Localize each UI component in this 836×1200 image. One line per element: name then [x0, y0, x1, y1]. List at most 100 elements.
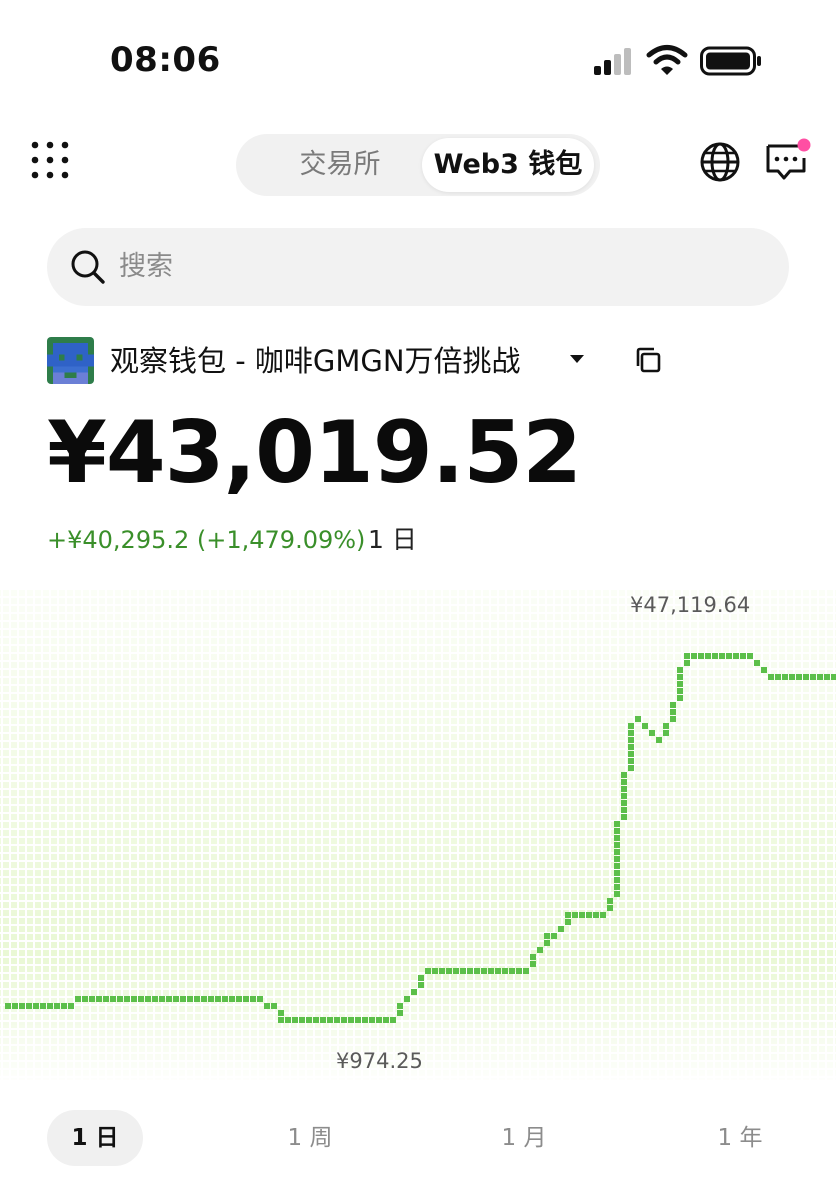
chart-background-grid — [0, 590, 836, 1080]
chart-point — [131, 996, 137, 1002]
chart-point — [677, 667, 683, 673]
chart-line-segment — [614, 884, 620, 890]
chart-line-segment — [684, 660, 690, 666]
chart-line-segment — [677, 688, 683, 694]
chart-point — [40, 1003, 46, 1009]
tab-web3-wallet[interactable]: Web3 钱包 — [422, 138, 594, 192]
globe-icon[interactable] — [698, 140, 742, 184]
chart-point — [257, 996, 263, 1002]
chart-point — [418, 975, 424, 981]
chart-point — [341, 1017, 347, 1023]
chart-point — [649, 730, 655, 736]
chart-point — [383, 1017, 389, 1023]
chart-point — [320, 1017, 326, 1023]
pixel-avatar-icon[interactable] — [47, 337, 94, 384]
chart-point — [502, 968, 508, 974]
grid-dots-icon[interactable] — [30, 140, 70, 180]
chart-point — [26, 1003, 32, 1009]
chart-line-segment — [621, 793, 627, 799]
chart-line-segment — [614, 891, 620, 897]
chart-point — [33, 1003, 39, 1009]
status-time: 08:06 — [110, 40, 221, 80]
chart-point — [691, 653, 697, 659]
balance-chart[interactable] — [0, 590, 836, 1090]
chart-point — [215, 996, 221, 1002]
chart-line-segment — [614, 828, 620, 834]
chart-point — [733, 653, 739, 659]
chart-point — [327, 1017, 333, 1023]
chart-point — [628, 723, 634, 729]
range-tab-1y[interactable]: 1 年 — [692, 1110, 788, 1166]
caret-down-icon[interactable] — [568, 352, 586, 366]
chart-point — [110, 996, 116, 1002]
range-tab-1m[interactable]: 1 月 — [476, 1110, 572, 1166]
chart-line-segment — [628, 765, 634, 771]
chart-point — [75, 996, 81, 1002]
chart-point — [166, 996, 172, 1002]
chart-line-segment — [614, 856, 620, 862]
chart-point — [12, 1003, 18, 1009]
chart-point — [698, 653, 704, 659]
chart-point — [439, 968, 445, 974]
chart-point — [782, 674, 788, 680]
chart-point — [663, 723, 669, 729]
range-tab-1w[interactable]: 1 周 — [262, 1110, 358, 1166]
chart-point — [586, 912, 592, 918]
chart-point — [19, 1003, 25, 1009]
chart-point — [369, 1017, 375, 1023]
chart-point — [152, 996, 158, 1002]
chart-line-segment — [628, 730, 634, 736]
chart-point — [180, 996, 186, 1002]
total-balance: ¥43,019.52 — [47, 403, 582, 503]
chart-point — [362, 1017, 368, 1023]
wallet-name[interactable]: 观察钱包 - 咖啡GMGN万倍挑战 — [110, 340, 521, 382]
chart-line-segment — [544, 940, 550, 946]
chart-point — [159, 996, 165, 1002]
message-icon[interactable] — [764, 138, 814, 184]
chart-point — [5, 1003, 11, 1009]
tab-exchange[interactable]: 交易所 — [252, 140, 428, 190]
chart-line-segment — [621, 814, 627, 820]
chart-point — [614, 821, 620, 827]
chart-point — [404, 996, 410, 1002]
chart-point — [285, 1017, 291, 1023]
chart-point — [810, 674, 816, 680]
search-placeholder: 搜索 — [119, 251, 173, 282]
chart-point — [145, 996, 151, 1002]
chart-line-segment — [621, 786, 627, 792]
chart-point — [453, 968, 459, 974]
chart-point — [775, 674, 781, 680]
chart-point — [89, 996, 95, 1002]
chart-point — [803, 674, 809, 680]
chart-point — [551, 933, 557, 939]
chart-point — [474, 968, 480, 974]
chart-point — [124, 996, 130, 1002]
chart-point — [348, 1017, 354, 1023]
search-bar[interactable]: 搜索 — [47, 228, 789, 306]
chart-line-segment — [418, 982, 424, 988]
chart-point — [768, 674, 774, 680]
chart-point — [761, 667, 767, 673]
chart-point — [831, 674, 836, 680]
chart-line-segment — [607, 905, 613, 911]
chart-point — [243, 996, 249, 1002]
copy-icon[interactable] — [634, 346, 662, 374]
chart-point — [544, 933, 550, 939]
chart-point — [250, 996, 256, 1002]
chart-point — [222, 996, 228, 1002]
chart-point — [229, 996, 235, 1002]
chart-line-segment — [614, 842, 620, 848]
chart-line-segment — [628, 751, 634, 757]
chart-point — [54, 1003, 60, 1009]
chart-point — [684, 653, 690, 659]
chart-point — [96, 996, 102, 1002]
chart-line-segment — [565, 919, 571, 925]
range-tab-1d[interactable]: 1 日 — [47, 1110, 143, 1166]
chart-line-segment — [670, 709, 676, 715]
chart-point — [446, 968, 452, 974]
chart-point — [656, 737, 662, 743]
chart-line-segment — [628, 758, 634, 764]
chart-point — [719, 653, 725, 659]
chart-point — [264, 1003, 270, 1009]
chart-point — [432, 968, 438, 974]
